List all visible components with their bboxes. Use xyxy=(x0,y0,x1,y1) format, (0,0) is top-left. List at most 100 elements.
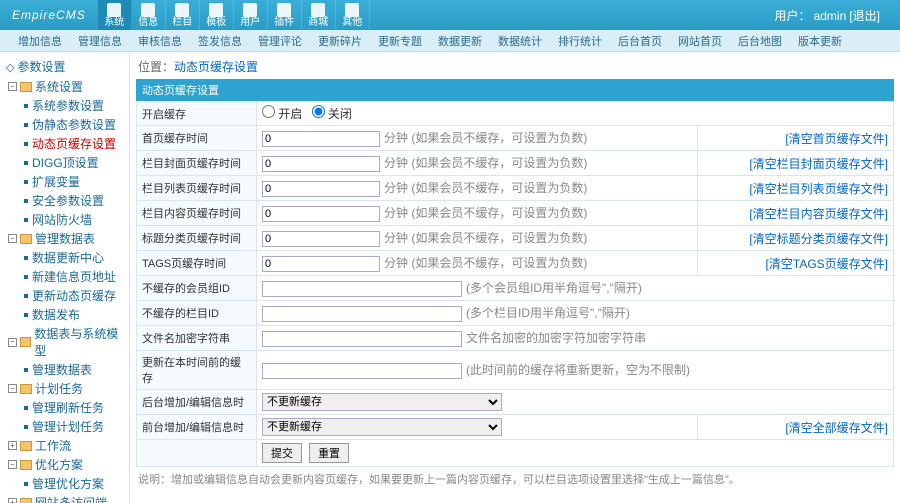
sub-nav: 增加信息管理信息审核信息签发信息管理评论更新碎片更新专题数据更新数据统计排行统计… xyxy=(0,30,900,52)
tree-group[interactable]: +网站多访问端 xyxy=(2,493,127,503)
tree-leaf[interactable]: 管理刷新任务 xyxy=(2,398,127,417)
tree-group[interactable]: +工作流 xyxy=(2,436,127,455)
reset-button[interactable]: 重置 xyxy=(309,443,349,463)
breadcrumb: 位置：动态页缓存设置 xyxy=(136,56,894,79)
topmenu-系统[interactable]: 系统 xyxy=(98,0,132,30)
subnav-item[interactable]: 后台地图 xyxy=(730,33,790,49)
subnav-item[interactable]: 后台首页 xyxy=(610,33,670,49)
user-label: 用户： xyxy=(775,9,811,23)
bullet-icon xyxy=(24,482,28,486)
subnav-item[interactable]: 更新碎片 xyxy=(310,33,370,49)
bullet-icon xyxy=(24,406,28,410)
bullet-icon xyxy=(24,425,28,429)
minutes-input[interactable] xyxy=(262,156,380,172)
clear-all-link[interactable]: [清空全部缓存文件] xyxy=(785,421,888,435)
backend-select[interactable]: 不更新缓存 xyxy=(262,393,502,411)
subnav-item[interactable]: 排行统计 xyxy=(550,33,610,49)
radio-open[interactable]: 开启 xyxy=(262,107,302,121)
form-table: 开启缓存 开启 关闭 首页缓存时间分钟 (如果会员不缓存，可设置为负数)[清空首… xyxy=(136,101,894,467)
topmenu-栏目[interactable]: 栏目 xyxy=(166,0,200,30)
subnav-item[interactable]: 增加信息 xyxy=(10,33,70,49)
radio-close[interactable]: 关闭 xyxy=(312,107,352,121)
clear-cache-link[interactable]: [清空栏目列表页缓存文件] xyxy=(749,182,888,196)
bullet-icon xyxy=(24,142,28,146)
time-input[interactable] xyxy=(262,363,462,379)
tree-leaf[interactable]: 数据更新中心 xyxy=(2,248,127,267)
bullet-icon xyxy=(24,313,28,317)
bullet-icon xyxy=(24,368,28,372)
row-label: 首页缓存时间 xyxy=(137,126,257,151)
minutes-input[interactable] xyxy=(262,206,380,222)
breadcrumb-link[interactable]: 动态页缓存设置 xyxy=(174,60,258,74)
row-label: 标题分类页缓存时间 xyxy=(137,226,257,251)
topmenu-其他[interactable]: 其他 xyxy=(336,0,370,30)
tree-group[interactable]: −优化方案 xyxy=(2,455,127,474)
submit-button[interactable]: 提交 xyxy=(262,443,302,463)
menu-icon xyxy=(345,3,359,17)
tree-leaf[interactable]: 系统参数设置 xyxy=(2,96,127,115)
tree-leaf[interactable]: DIGG顶设置 xyxy=(2,153,127,172)
plus-icon: + xyxy=(8,498,17,503)
clear-cache-link[interactable]: [清空TAGS页缓存文件] xyxy=(766,257,888,271)
fname-input[interactable] xyxy=(262,331,462,347)
folder-icon xyxy=(20,460,32,470)
menu-icon xyxy=(311,3,325,17)
subnav-item[interactable]: 签发信息 xyxy=(190,33,250,49)
tree-leaf[interactable]: 安全参数设置 xyxy=(2,191,127,210)
minutes-input[interactable] xyxy=(262,181,380,197)
tree-leaf[interactable]: 更新动态页缓存 xyxy=(2,286,127,305)
subnav-item[interactable]: 审核信息 xyxy=(130,33,190,49)
subnav-item[interactable]: 更新专题 xyxy=(370,33,430,49)
folder-icon xyxy=(20,498,32,503)
frontend-select[interactable]: 不更新缓存 xyxy=(262,418,502,436)
bullet-icon xyxy=(24,275,28,279)
tree-group[interactable]: −计划任务 xyxy=(2,379,127,398)
row-label: 后台增加/编辑信息时 xyxy=(137,390,257,415)
topmenu-模板[interactable]: 模板 xyxy=(200,0,234,30)
classid-input[interactable] xyxy=(262,306,462,322)
tree-leaf[interactable]: 动态页缓存设置 xyxy=(2,134,127,153)
topmenu-用户[interactable]: 用户 xyxy=(234,0,268,30)
tree-group[interactable]: −系统设置 xyxy=(2,77,127,96)
user-name[interactable]: admin xyxy=(814,9,847,23)
menu-icon xyxy=(277,3,291,17)
tree-leaf[interactable]: 新建信息页地址 xyxy=(2,267,127,286)
tree-leaf[interactable]: 伪静态参数设置 xyxy=(2,115,127,134)
row-label: 更新在本时间前的缓存 xyxy=(137,351,257,390)
logout-link[interactable]: [退出] xyxy=(849,9,880,23)
clear-cache-link[interactable]: [清空栏目内容页缓存文件] xyxy=(749,207,888,221)
subnav-item[interactable]: 网站首页 xyxy=(670,33,730,49)
logo: EmpireCMS xyxy=(0,6,98,24)
tree-group[interactable]: −数据表与系统模型 xyxy=(2,324,127,360)
subnav-item[interactable]: 管理信息 xyxy=(70,33,130,49)
tree-leaf[interactable]: 管理数据表 xyxy=(2,360,127,379)
minus-icon: − xyxy=(8,234,17,243)
subnav-item[interactable]: 数据更新 xyxy=(430,33,490,49)
bullet-icon xyxy=(24,123,28,127)
tree-leaf[interactable]: 扩展变量 xyxy=(2,172,127,191)
clear-cache-link[interactable]: [清空栏目封面页缓存文件] xyxy=(749,157,888,171)
topmenu-信息[interactable]: 信息 xyxy=(132,0,166,30)
minutes-input[interactable] xyxy=(262,256,380,272)
minutes-input[interactable] xyxy=(262,231,380,247)
groupid-input[interactable] xyxy=(262,281,462,297)
minutes-input[interactable] xyxy=(262,131,380,147)
tree-leaf[interactable]: 管理计划任务 xyxy=(2,417,127,436)
folder-icon xyxy=(20,82,32,92)
tree-group[interactable]: −管理数据表 xyxy=(2,229,127,248)
topmenu-插件[interactable]: 插件 xyxy=(268,0,302,30)
subnav-item[interactable]: 数据统计 xyxy=(490,33,550,49)
topmenu-商城[interactable]: 商城 xyxy=(302,0,336,30)
panel-header: 动态页缓存设置 xyxy=(136,79,894,101)
tree-leaf[interactable]: 网站防火墙 xyxy=(2,210,127,229)
bullet-icon xyxy=(24,218,28,222)
tree-leaf[interactable]: 管理优化方案 xyxy=(2,474,127,493)
subnav-item[interactable]: 版本更新 xyxy=(790,33,850,49)
subnav-item[interactable]: 管理评论 xyxy=(250,33,310,49)
tree-leaf[interactable]: 数据发布 xyxy=(2,305,127,324)
row-label: 不缓存的栏目ID xyxy=(137,301,257,326)
clear-cache-link[interactable]: [清空首页缓存文件] xyxy=(785,132,888,146)
menu-icon xyxy=(209,3,223,17)
row-label: 栏目内容页缓存时间 xyxy=(137,201,257,226)
clear-cache-link[interactable]: [清空标题分类页缓存文件] xyxy=(749,232,888,246)
